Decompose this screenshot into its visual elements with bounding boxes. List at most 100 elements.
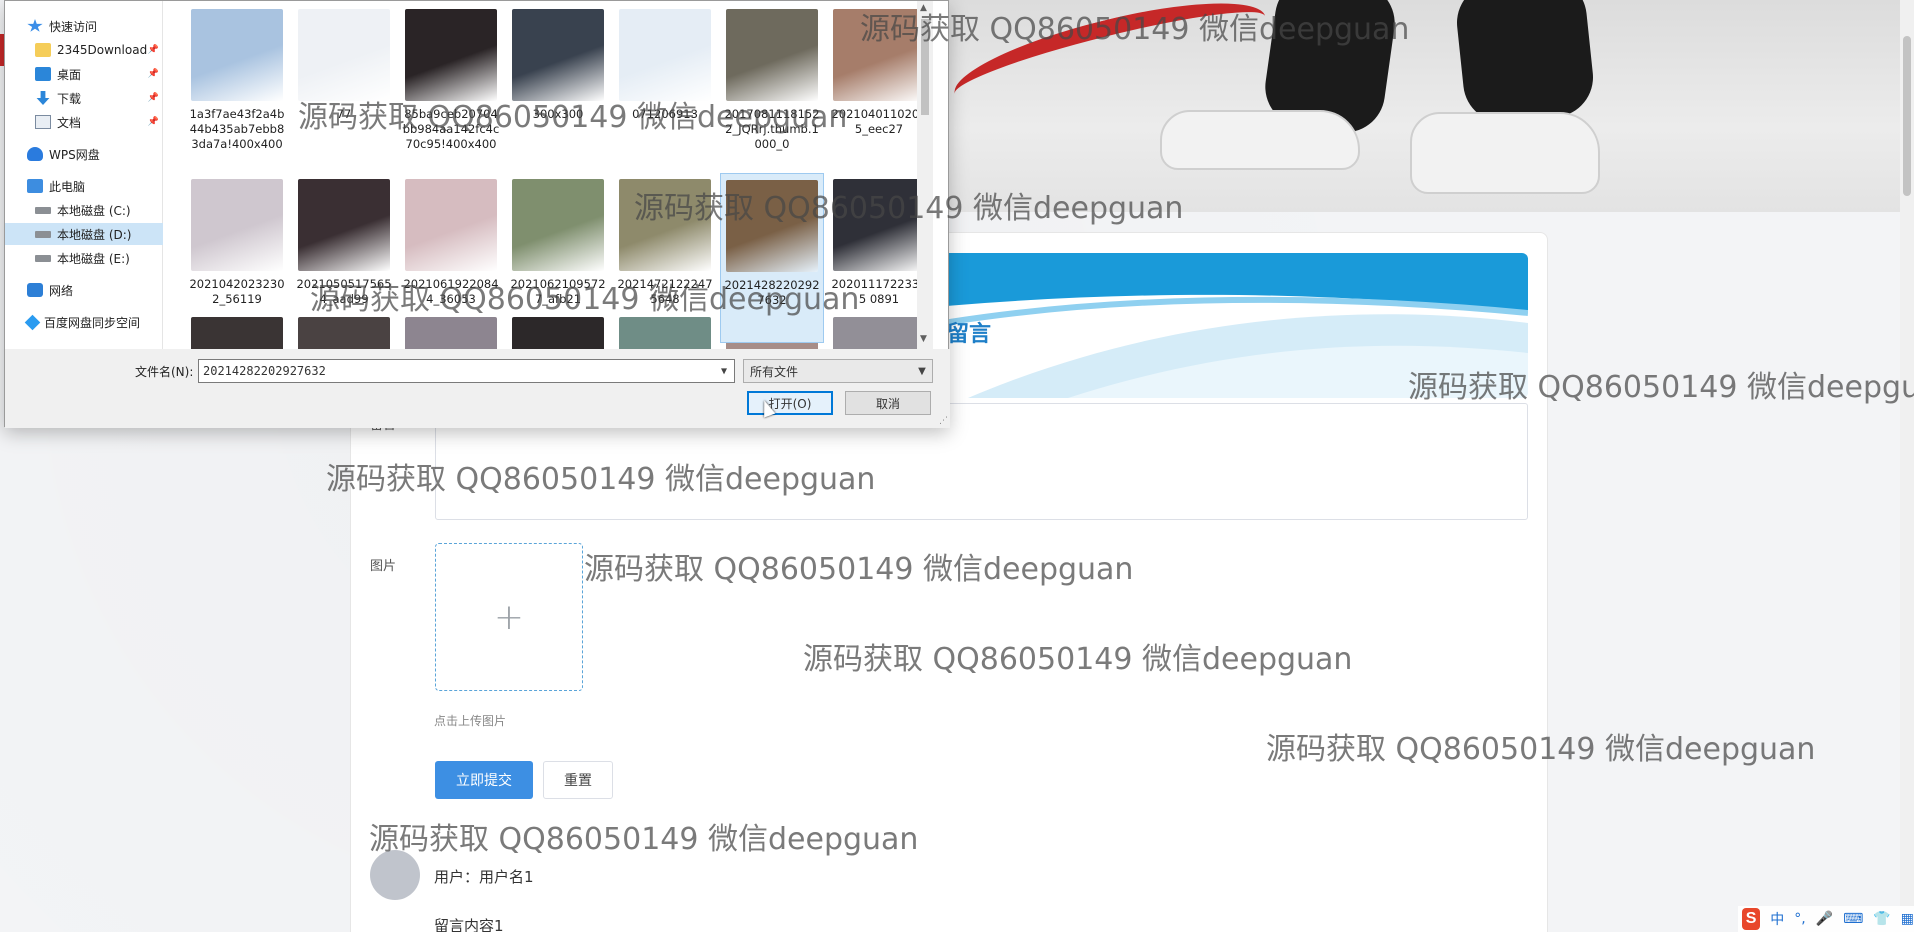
computer-icon	[27, 179, 43, 193]
file-tile[interactable]: 20210505175654_aad99	[292, 173, 396, 343]
nav-item-label: 网络	[49, 283, 74, 298]
filetype-value: 所有文件	[750, 364, 799, 379]
file-name: 20170811181522_JQRrj.thumb.1000_0	[724, 107, 820, 151]
file-thumbnail	[512, 9, 604, 101]
nav-item[interactable]: 网络	[5, 279, 163, 301]
file-name: 300x300	[532, 107, 584, 121]
file-name: 20210505175654_aad99	[296, 277, 392, 306]
scroll-up-icon[interactable]: ▲	[920, 3, 927, 13]
file-thumbnail	[833, 179, 925, 271]
ime-tray: S 中 °, 🎤 ⌨ 👕 ▦	[1738, 906, 1914, 932]
file-tile[interactable]: 20210420232302_56119	[185, 173, 289, 343]
filename-label: 文件名(N):	[135, 365, 194, 379]
microphone-icon[interactable]: 🎤	[1816, 911, 1833, 927]
nav-item[interactable]: 本地磁盘 (D:)	[5, 223, 163, 245]
file-name: 85ba9ceb20704bb984aa142fc4c70c95!400x400	[402, 107, 500, 151]
file-thumbnail	[726, 180, 818, 272]
file-thumbnail	[512, 179, 604, 271]
file-thumbnail	[298, 179, 390, 271]
file-grid: 20201117223305 0891 20214282202927632 2021…	[163, 1, 933, 349]
file-tile[interactable]: 85ba9ceb20704bb984aa142fc4c70c95!400x400	[399, 3, 503, 173]
nav-item[interactable]: 下载 📌	[5, 87, 163, 109]
pin-icon: 📌	[147, 117, 159, 127]
file-tile[interactable]: 20210401102025_eec27	[827, 3, 931, 173]
file-open-dialog: 快速访问 2345Download 📌 桌面 📌 下载 📌 文档 📌 WPS网盘此电脑本地磁盘 (…	[4, 0, 950, 428]
scroll-down-icon[interactable]: ▼	[920, 334, 927, 344]
sogou-logo-icon[interactable]: S	[1742, 908, 1761, 930]
drive-icon	[35, 254, 51, 262]
image-upload-box[interactable]: +	[435, 543, 583, 691]
comment-user: 用户：用户名1	[434, 868, 534, 886]
file-thumbnail	[405, 9, 497, 101]
file-tile[interactable]: 20210621095727_afb21	[506, 173, 610, 343]
file-name: 1a3f7ae43f2a4b44b435ab7ebb83da7a!400x400	[189, 107, 285, 151]
nav-item-label: 桌面	[57, 67, 82, 82]
file-name: 20210619220844_36053	[403, 277, 499, 306]
file-grid-scrollbar-thumb[interactable]	[921, 19, 929, 115]
file-tile[interactable]: 1a3f7ae43f2a4b44b435ab7ebb83da7a!400x400	[185, 3, 289, 173]
chevron-down-icon: ▼	[918, 365, 926, 377]
file-tile[interactable]: 071206913	[613, 3, 717, 173]
file-thumbnail	[619, 179, 711, 271]
nav-item[interactable]: 文档 📌	[5, 111, 163, 133]
resize-grip-icon[interactable]: ⋰	[939, 416, 948, 426]
page-scrollbar-thumb[interactable]	[1903, 36, 1911, 196]
desktop-icon	[35, 67, 51, 81]
nav-item[interactable]: 本地磁盘 (C:)	[5, 199, 163, 221]
file-name: 071206913	[632, 107, 698, 121]
pin-icon: 📌	[147, 45, 159, 55]
nav-item-label: 本地磁盘 (C:)	[57, 203, 131, 218]
baidu-cloud-icon	[24, 314, 41, 330]
file-thumbnail	[191, 179, 283, 271]
file-tile[interactable]: 20214282202927632	[720, 173, 824, 343]
filename-value: 20214282202927632	[203, 364, 326, 378]
file-name: 20214721222475648	[617, 277, 713, 306]
file-name: 77	[336, 107, 352, 121]
reset-button[interactable]: 重置	[543, 761, 613, 799]
document-icon	[35, 115, 51, 129]
hero-shoe-right	[1410, 112, 1600, 194]
filetype-select[interactable]: 所有文件 ▼	[743, 359, 933, 383]
filename-input[interactable]: 20214282202927632 ▼	[198, 359, 735, 383]
file-thumbnail	[405, 179, 497, 271]
nav-item[interactable]: 此电脑	[5, 175, 163, 197]
avatar	[370, 850, 420, 900]
file-grid-scrollbar[interactable]: ▲ ▼	[917, 1, 933, 349]
nav-item[interactable]: 本地磁盘 (E:)	[5, 247, 163, 269]
punctuation-icon[interactable]: °,	[1794, 911, 1805, 927]
file-tile[interactable]: 20210619220844_36053	[399, 173, 503, 343]
keyboard-icon[interactable]: ⌨	[1843, 911, 1863, 927]
file-tile[interactable]: 77	[292, 3, 396, 173]
nav-item[interactable]: WPS网盘	[5, 143, 163, 165]
page-scrollbar[interactable]	[1900, 0, 1914, 932]
nav-item-label: 快速访问	[49, 19, 98, 34]
file-tile[interactable]: 20201117223305 0891	[827, 173, 931, 343]
shirt-icon[interactable]: 👕	[1873, 911, 1890, 927]
file-thumbnail	[619, 9, 711, 101]
grid-icon[interactable]: ▦	[1901, 911, 1914, 927]
submit-button[interactable]: 立即提交	[435, 761, 533, 799]
hero-leg-right	[1453, 0, 1597, 127]
nav-item[interactable]: 桌面 📌	[5, 63, 163, 85]
chevron-down-icon[interactable]: ▼	[714, 366, 734, 377]
file-thumbnail	[726, 9, 818, 101]
file-tile[interactable]: 300x300	[506, 3, 610, 173]
file-name: 20210401102025_eec27	[831, 107, 927, 136]
nav-item-label: 百度网盘同步空间	[44, 315, 141, 330]
ime-mode[interactable]: 中	[1770, 909, 1784, 929]
comment-text: 留言内容1	[434, 917, 504, 932]
nav-item-label: 本地磁盘 (D:)	[57, 227, 132, 242]
nav-item[interactable]: 2345Download 📌	[5, 39, 163, 61]
cloud-icon	[27, 147, 43, 161]
upload-hint: 点击上传图片	[434, 714, 507, 728]
nav-item[interactable]: 百度网盘同步空间	[5, 311, 163, 333]
file-tile[interactable]: 20170811181522_JQRrj.thumb.1000_0	[720, 3, 824, 173]
cancel-button[interactable]: 取消	[845, 391, 931, 415]
file-name: 20210420232302_56119	[189, 277, 285, 306]
pin-icon: 📌	[147, 69, 159, 79]
nav-item-label: 本地磁盘 (E:)	[57, 251, 130, 266]
file-tile[interactable]: 20214721222475648	[613, 173, 717, 343]
file-thumbnail	[191, 9, 283, 101]
nav-item[interactable]: 快速访问	[5, 15, 163, 37]
folder-icon	[35, 43, 51, 57]
